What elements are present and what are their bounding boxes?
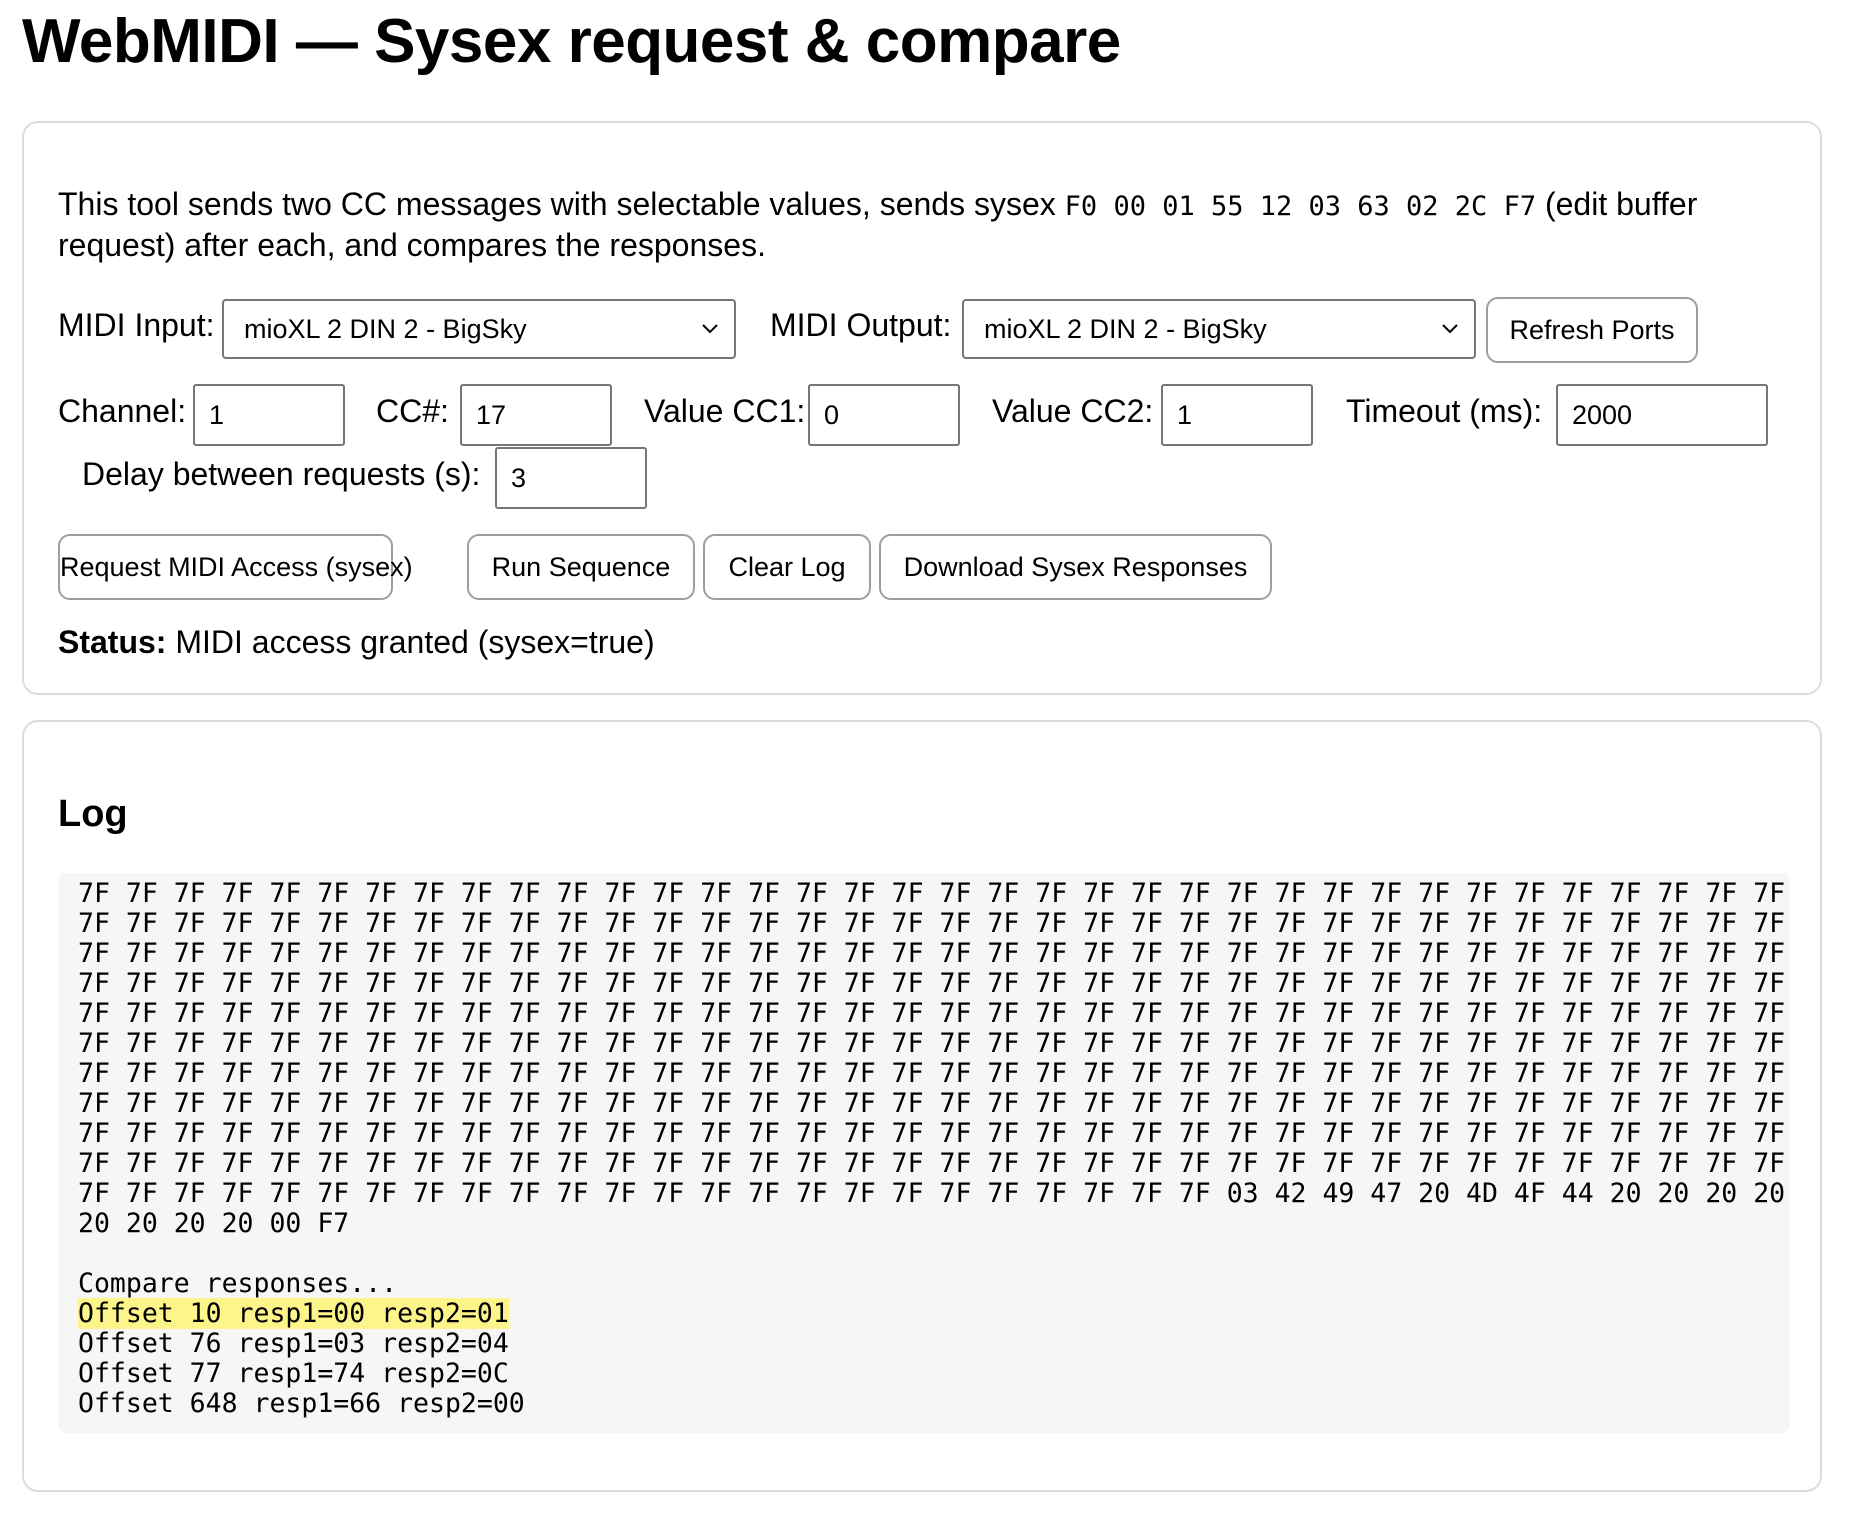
sysex-code: F0 00 01 55 12 03 63 02 2C F7 bbox=[1064, 191, 1537, 222]
request-midi-access-button[interactable]: Request MIDI Access (sysex) bbox=[58, 534, 413, 600]
status-text: MIDI access granted (sysex=true) bbox=[175, 624, 655, 660]
log-line: 7F 7F 7F 7F 7F 7F 7F 7F 7F 7F 7F 7F 7F 7… bbox=[78, 878, 1786, 909]
status-label: Status: bbox=[58, 624, 167, 660]
cc-number-label: CC#: bbox=[376, 393, 449, 429]
intro-text-before: This tool sends two CC messages with sel… bbox=[58, 186, 1065, 222]
log-panel: Log 7F 7F 7F 7F 7F 7F 7F 7F 7F 7F 7F 7F … bbox=[22, 720, 1822, 1492]
chevron-down-icon bbox=[702, 324, 718, 334]
log-line: 7F 7F 7F 7F 7F 7F 7F 7F 7F 7F 7F 7F 7F 7… bbox=[78, 998, 1786, 1029]
log-title: Log bbox=[58, 793, 128, 835]
log-line: Offset 76 resp1=03 resp2=04 bbox=[78, 1328, 509, 1359]
midi-output-label: MIDI Output: bbox=[770, 307, 952, 343]
clear-log-button[interactable]: Clear Log bbox=[703, 534, 871, 600]
channel-input[interactable]: 1 bbox=[193, 384, 345, 446]
log-output: 7F 7F 7F 7F 7F 7F 7F 7F 7F 7F 7F 7F 7F 7… bbox=[58, 873, 1790, 1433]
log-line: 7F 7F 7F 7F 7F 7F 7F 7F 7F 7F 7F 7F 7F 7… bbox=[78, 1148, 1786, 1179]
refresh-ports-button[interactable]: Refresh Ports bbox=[1486, 297, 1698, 363]
delay-input[interactable]: 3 bbox=[495, 447, 647, 509]
log-line: 7F 7F 7F 7F 7F 7F 7F 7F 7F 7F 7F 7F 7F 7… bbox=[78, 1088, 1786, 1119]
log-line: Offset 77 resp1=74 resp2=0C bbox=[78, 1358, 509, 1389]
log-highlight: Offset 10 resp1=00 resp2=01 bbox=[78, 1298, 509, 1329]
value-cc2-label: Value CC2: bbox=[992, 393, 1154, 429]
log-line: 7F 7F 7F 7F 7F 7F 7F 7F 7F 7F 7F 7F 7F 7… bbox=[78, 968, 1786, 999]
status-line: Status: MIDI access granted (sysex=true) bbox=[58, 623, 655, 661]
midi-input-label: MIDI Input: bbox=[58, 307, 215, 343]
log-line: Offset 10 resp1=00 resp2=01 bbox=[78, 1298, 1770, 1329]
midi-input-select[interactable]: mioXL 2 DIN 2 - BigSky bbox=[222, 299, 736, 359]
timeout-label: Timeout (ms): bbox=[1346, 393, 1543, 429]
log-line: Compare responses... bbox=[78, 1268, 398, 1299]
log-line: 7F 7F 7F 7F 7F 7F 7F 7F 7F 7F 7F 7F 7F 7… bbox=[78, 908, 1786, 939]
log-line: 7F 7F 7F 7F 7F 7F 7F 7F 7F 7F 7F 7F 7F 7… bbox=[78, 1058, 1786, 1089]
midi-output-select[interactable]: mioXL 2 DIN 2 - BigSky bbox=[962, 299, 1476, 359]
timeout-input[interactable]: 2000 bbox=[1556, 384, 1768, 446]
log-line: 7F 7F 7F 7F 7F 7F 7F 7F 7F 7F 7F 7F 7F 7… bbox=[78, 1178, 1790, 1209]
download-sysex-button[interactable]: Download Sysex Responses bbox=[879, 534, 1272, 600]
log-line: 7F 7F 7F 7F 7F 7F 7F 7F 7F 7F 7F 7F 7F 7… bbox=[78, 938, 1786, 969]
value-cc1-label: Value CC1: bbox=[644, 393, 806, 429]
intro-text: This tool sends two CC messages with sel… bbox=[58, 185, 1778, 264]
value-cc2-input[interactable]: 1 bbox=[1161, 384, 1313, 446]
delay-label: Delay between requests (s): bbox=[82, 456, 481, 492]
midi-output-value: mioXL 2 DIN 2 - BigSky bbox=[984, 314, 1267, 344]
run-sequence-button[interactable]: Run Sequence bbox=[467, 534, 695, 600]
controls-panel: This tool sends two CC messages with sel… bbox=[22, 121, 1822, 695]
log-line: 7F 7F 7F 7F 7F 7F 7F 7F 7F 7F 7F 7F 7F 7… bbox=[78, 1118, 1786, 1149]
log-line: 20 20 20 20 00 F7 bbox=[78, 1208, 350, 1239]
page-title: WebMIDI — Sysex request & compare bbox=[22, 7, 1121, 76]
value-cc1-input[interactable]: 0 bbox=[808, 384, 960, 446]
log-line: Offset 648 resp1=66 resp2=00 bbox=[78, 1388, 525, 1419]
cc-number-input[interactable]: 17 bbox=[460, 384, 612, 446]
chevron-down-icon bbox=[1442, 324, 1458, 334]
log-line: 7F 7F 7F 7F 7F 7F 7F 7F 7F 7F 7F 7F 7F 7… bbox=[78, 1028, 1786, 1059]
channel-label: Channel: bbox=[58, 393, 187, 429]
midi-input-value: mioXL 2 DIN 2 - BigSky bbox=[244, 314, 527, 344]
